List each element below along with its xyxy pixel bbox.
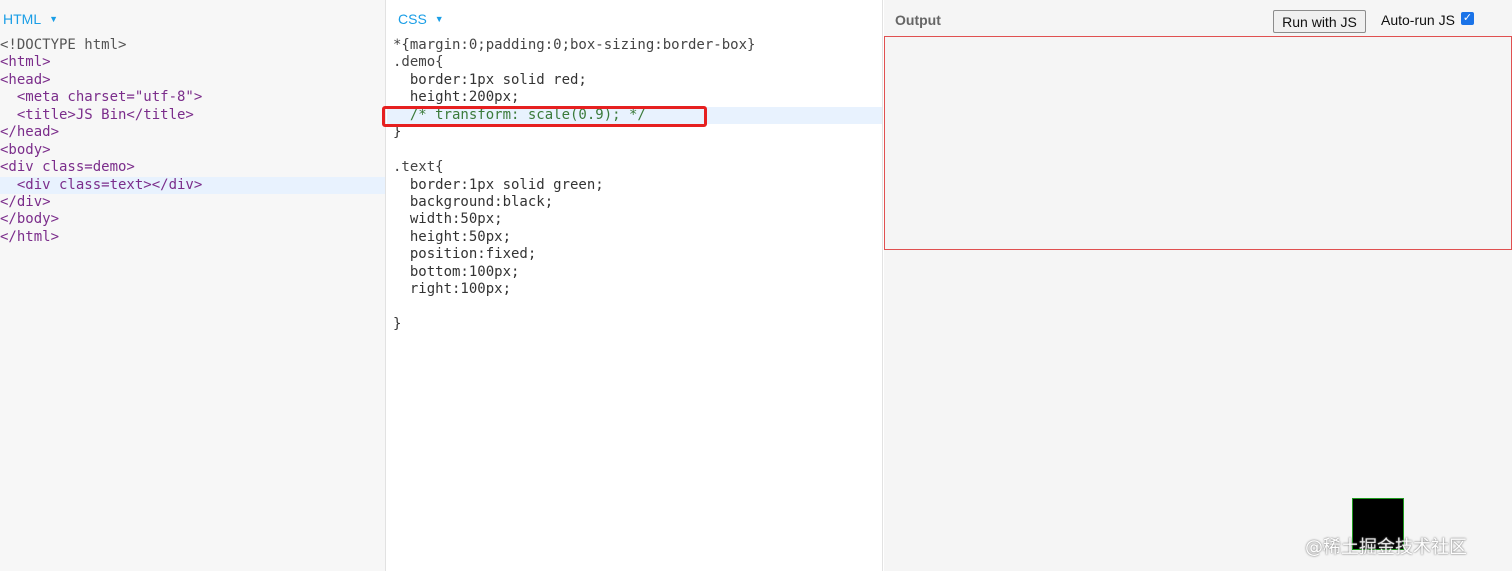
chevron-down-icon: ▼ [49, 14, 59, 24]
code-line: width:50px; [393, 211, 503, 228]
code-line: height:50px; [393, 228, 512, 245]
html-panel-dropdown[interactable]: HTML ▼ [3, 11, 58, 27]
code-line: background:black; [393, 193, 554, 210]
code-line: bottom:100px; [393, 263, 520, 280]
code-line: height:200px; [393, 89, 520, 106]
auto-run-toggle[interactable]: Auto-run JS ✓ [1381, 12, 1474, 28]
code-line: .demo{ [393, 54, 444, 71]
run-with-js-button[interactable]: Run with JS [1273, 10, 1366, 33]
code-line: <head> [0, 71, 51, 88]
code-line: right:100px; [393, 281, 512, 298]
css-panel-label: CSS [398, 11, 427, 27]
code-line: <html> [0, 54, 51, 71]
output-title: Output [895, 12, 941, 28]
html-code-editor[interactable]: <!DOCTYPE html> <html> <head> <meta char… [0, 37, 385, 246]
code-line: <body> [0, 141, 51, 158]
code-line: </body> [0, 211, 60, 228]
code-line: <meta charset="utf-8"> [0, 89, 203, 106]
css-panel-dropdown[interactable]: CSS ▼ [398, 11, 444, 27]
code-line: </div> [0, 193, 51, 210]
code-line: border:1px solid red; [393, 71, 587, 88]
chevron-down-icon: ▼ [434, 14, 444, 24]
code-line: } [393, 316, 402, 332]
code-line-active: <div class=text></div> [0, 176, 385, 194]
code-line: .text{ [393, 159, 444, 176]
css-editor-panel: CSS ▼ *{margin:0;padding:0;box-sizing:bo… [387, 0, 883, 571]
code-line-active: /* transform: scale(0.9); */ [387, 106, 882, 125]
css-code-editor[interactable]: *{margin:0;padding:0;box-sizing:border-b… [387, 37, 882, 333]
code-line: <div class=demo> [0, 159, 135, 176]
code-line: position:fixed; [393, 246, 537, 263]
code-line: <!DOCTYPE html> [0, 37, 127, 53]
auto-run-checkbox[interactable]: ✓ [1460, 12, 1474, 25]
html-panel-label: HTML [3, 11, 42, 27]
auto-run-label: Auto-run JS [1381, 12, 1455, 28]
code-line: </html> [0, 228, 60, 245]
code-line: </head> [0, 124, 60, 141]
demo-output-box [884, 36, 1512, 250]
code-line: } [393, 124, 402, 141]
code-line: border:1px solid green; [393, 176, 604, 193]
code-line: <title>JS Bin</title> [0, 106, 194, 123]
code-line: *{margin:0;padding:0;box-sizing:border-b… [393, 37, 756, 53]
html-editor-panel: HTML ▼ <!DOCTYPE html> <html> <head> <me… [0, 0, 386, 571]
watermark: @稀土掘金技术社区 [1305, 537, 1467, 558]
